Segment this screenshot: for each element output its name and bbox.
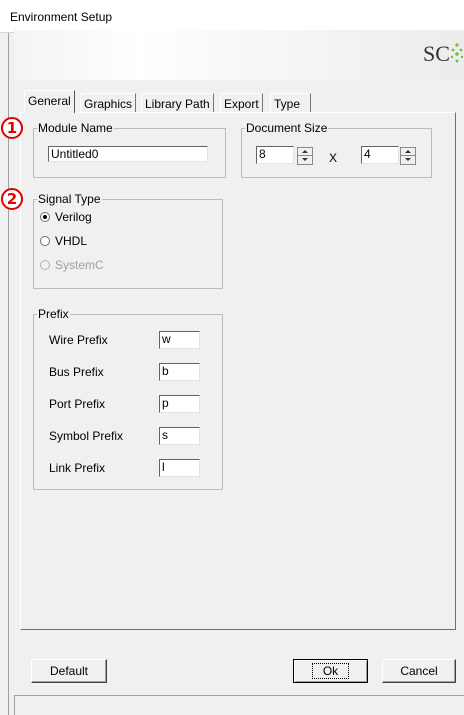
cancel-button[interactable]: Cancel [382,659,456,683]
marker-1-badge: 1 [1,117,23,139]
tab-export[interactable]: Export [220,93,263,113]
symbol-prefix-input[interactable]: s [159,427,200,445]
window-title: Environment Setup [10,10,113,24]
document-height-spinner[interactable] [400,147,416,165]
document-size-label: Document Size [245,120,329,136]
port-prefix-label: Port Prefix [49,397,106,411]
default-button[interactable]: Default [31,659,107,683]
link-prefix-input[interactable]: l [159,459,200,477]
document-width-input[interactable]: 8 [256,146,294,164]
spin-up-icon[interactable] [298,148,312,156]
radio-disabled-icon [40,260,50,270]
tab-general[interactable]: General [24,90,75,113]
wire-prefix-input[interactable]: w [159,331,200,349]
radio-selected-icon [40,212,50,222]
module-name-input[interactable]: Untitled0 [48,146,208,162]
logo-text: SC [423,41,450,66]
document-height-input[interactable]: 4 [361,146,399,164]
tab-type[interactable]: Type [270,93,312,113]
link-prefix-label: Link Prefix [49,461,106,475]
status-bar [14,695,464,715]
radio-unselected-icon [40,236,50,246]
size-separator: X [329,151,338,165]
prefix-label: Prefix [37,306,70,322]
tab-library-path[interactable]: Library Path [141,93,214,113]
spin-down-icon[interactable] [401,156,415,164]
wire-prefix-label: Wire Prefix [49,333,108,347]
port-prefix-input[interactable]: p [159,395,200,413]
document-width-spinner[interactable] [297,147,313,165]
tab-graphics[interactable]: Graphics [80,93,137,113]
logo-sparkle-icon [450,43,464,63]
bus-prefix-input[interactable]: b [159,363,200,381]
module-name-label: Module Name [37,120,114,136]
marker-2-badge: 2 [1,188,23,210]
signal-type-label: Signal Type [37,191,102,207]
spin-up-icon[interactable] [401,148,415,156]
title-bar: Environment Setup [0,0,464,33]
ok-button[interactable]: Ok [293,659,368,683]
spin-down-icon[interactable] [298,156,312,164]
symbol-prefix-label: Symbol Prefix [49,429,124,443]
bus-prefix-label: Bus Prefix [49,365,104,379]
banner: SC [14,30,464,80]
